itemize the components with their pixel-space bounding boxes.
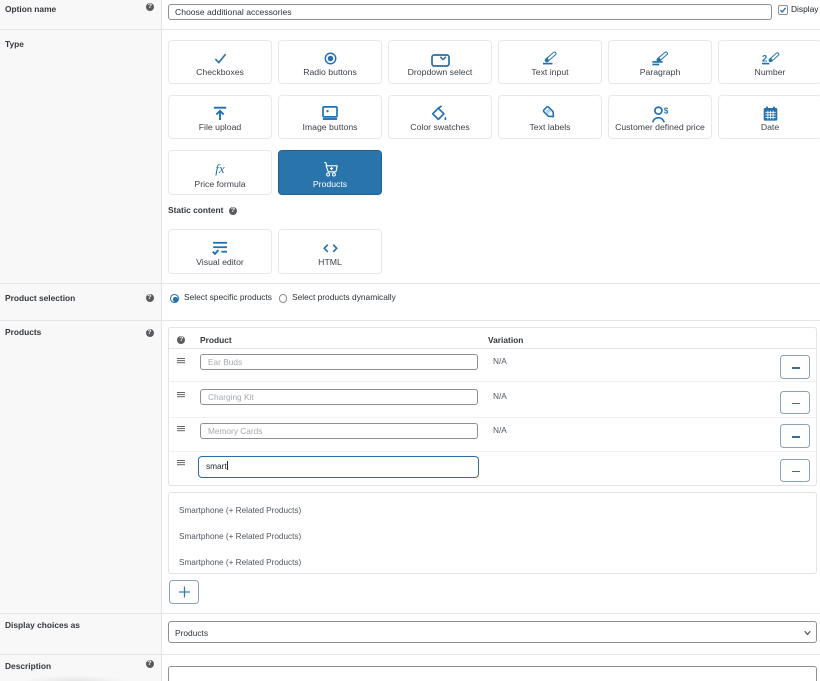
- svg-text:$: $: [663, 107, 668, 116]
- svg-text:fx: fx: [215, 161, 225, 176]
